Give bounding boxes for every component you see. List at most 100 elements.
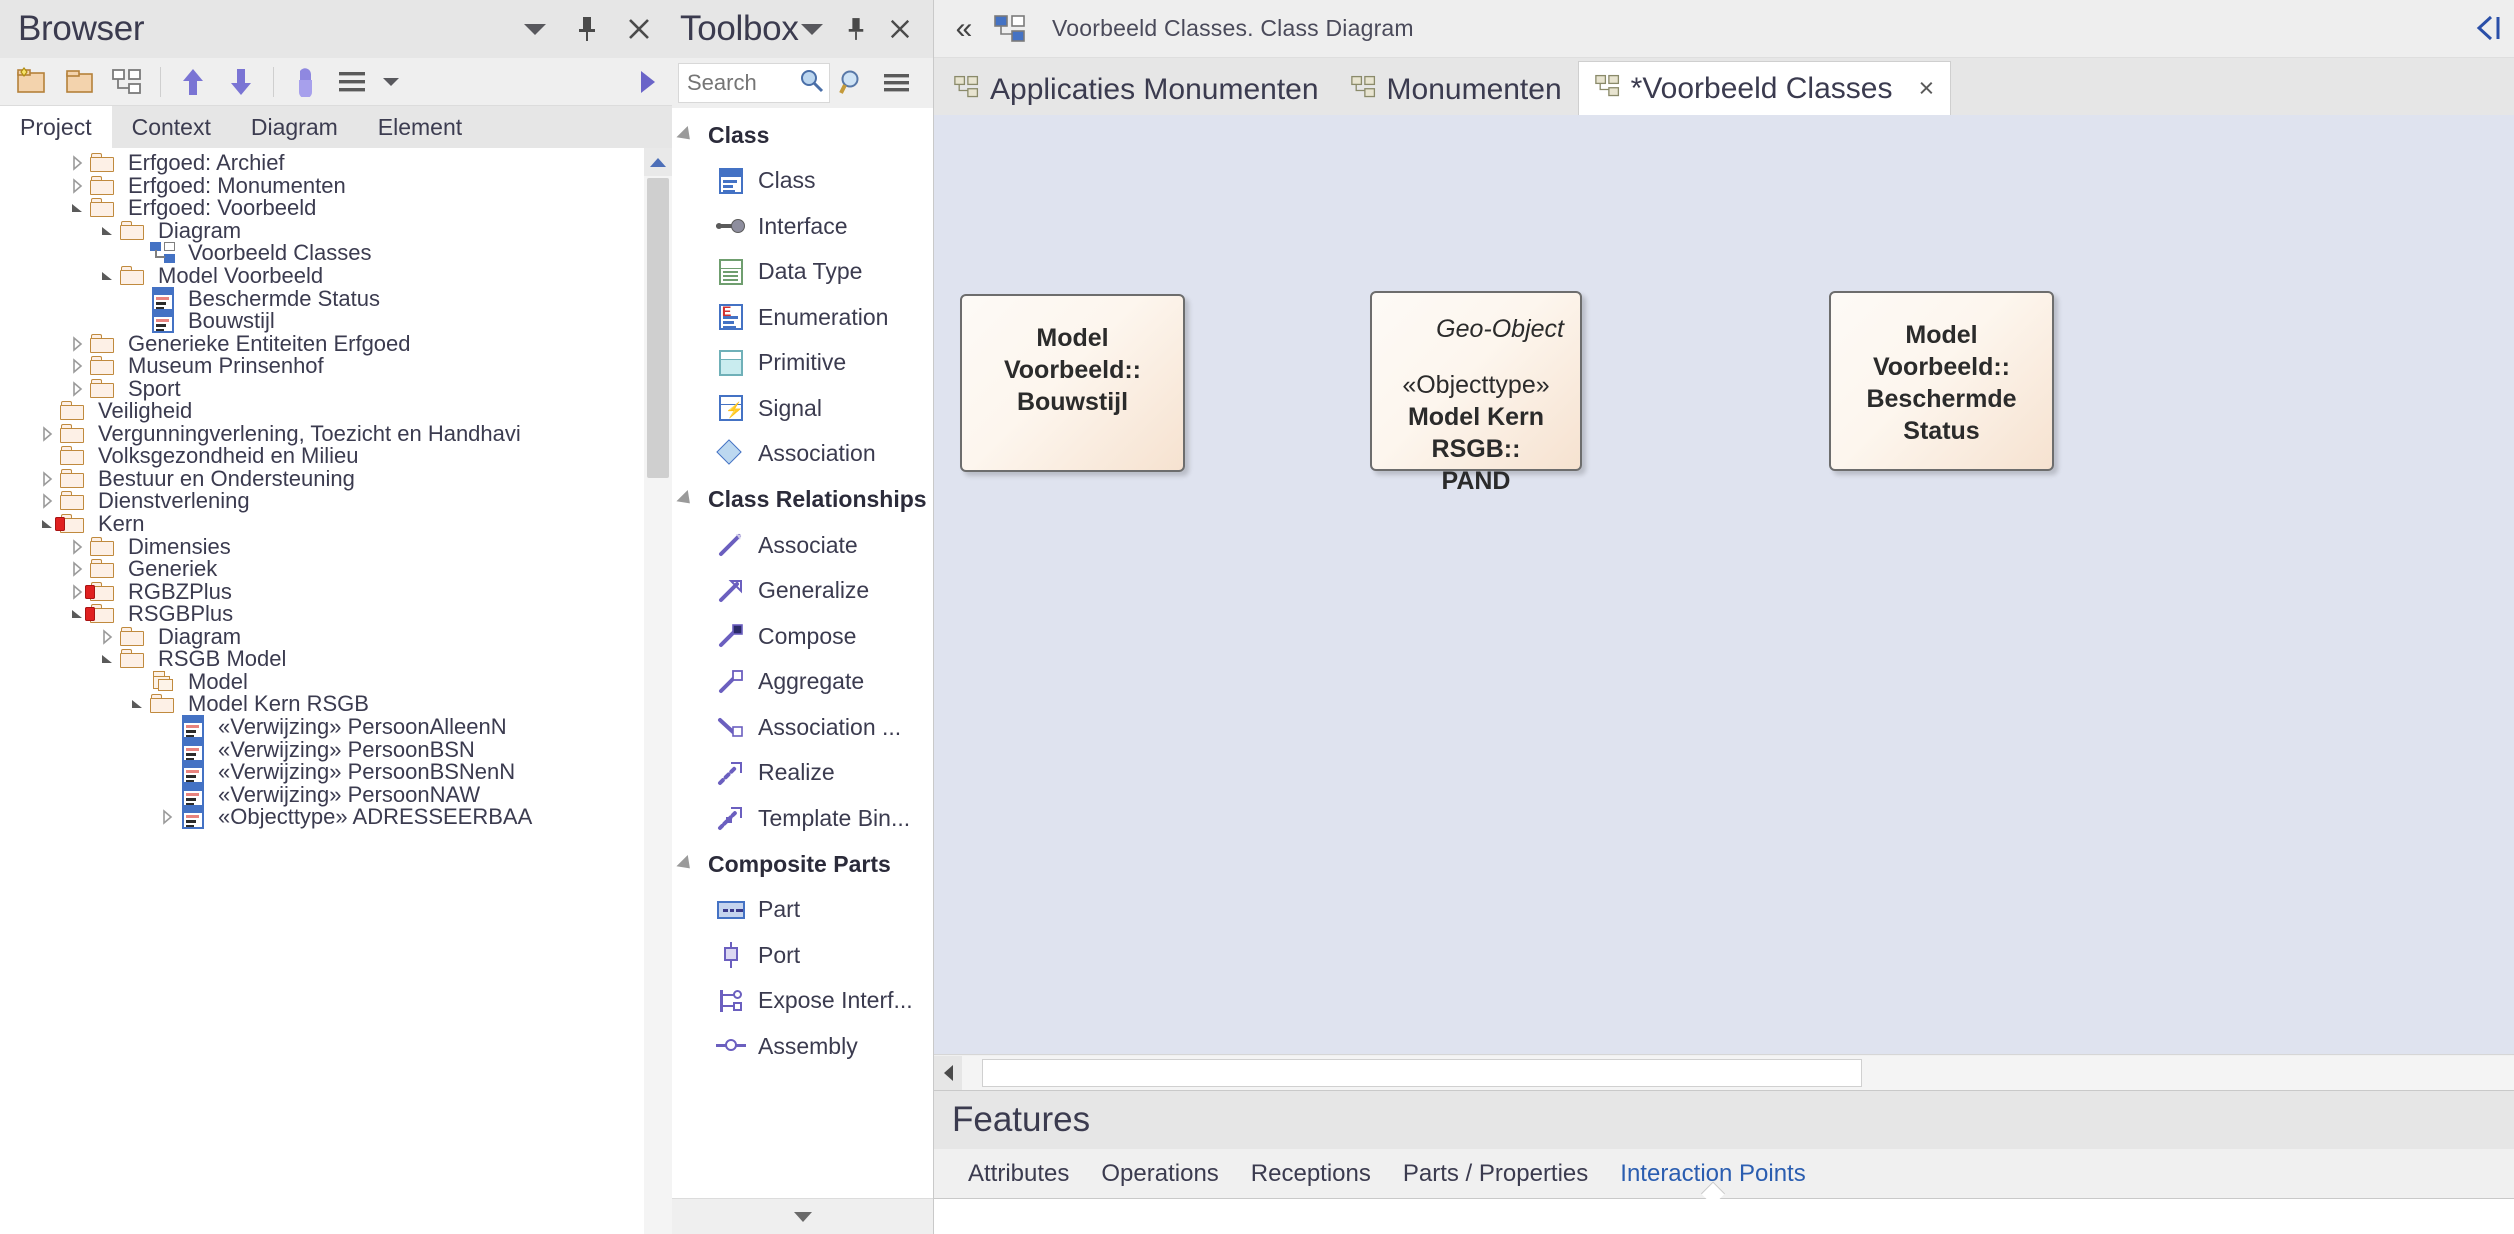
tree-item[interactable]: Sport [0,377,672,400]
diagram-canvas[interactable]: Model Voorbeeld::Bouwstijl Geo-Object«Obj… [934,115,2514,1054]
class-element[interactable]: Model Voorbeeld::Bouwstijl [960,294,1185,472]
collapse-left-icon[interactable]: « [942,7,986,51]
tab-context[interactable]: Context [112,106,231,148]
tab-close-icon[interactable]: × [1918,73,1934,104]
scroll-up-button[interactable] [644,148,672,176]
close-icon[interactable] [887,16,913,42]
browser-vertical-scrollbar[interactable] [644,148,672,1234]
tree-item[interactable]: Model [0,671,672,694]
hscroll-track[interactable] [962,1056,2514,1090]
open-folder-icon[interactable] [56,59,104,105]
tree-item[interactable]: RSGB Model [0,648,672,671]
feature-tab-receptions[interactable]: Receptions [1235,1160,1387,1188]
diagram-tab-monumenten[interactable]: Monumenten [1335,65,1578,115]
toolbox-find-icon[interactable] [830,69,876,97]
tree-twisty-collapsed[interactable] [36,426,58,442]
search-icon[interactable] [799,68,825,99]
move-down-icon[interactable] [217,59,265,105]
tree-item[interactable]: Erfgoed: Monumenten [0,175,672,198]
tree-item[interactable]: Erfgoed: Voorbeeld [0,197,672,220]
expand-panel-icon[interactable] [2466,8,2506,48]
feature-tab-interaction-points[interactable]: Interaction Points [1604,1160,1821,1188]
caret-down-icon[interactable] [522,16,548,42]
tree-item[interactable]: Dienstverlening [0,490,672,513]
toolbox-item[interactable]: Signal [672,386,933,432]
new-diagram-icon[interactable] [104,59,152,105]
feature-tab-operations[interactable]: Operations [1085,1160,1234,1188]
toolbox-group-header[interactable]: Class Relationships [672,477,933,523]
close-icon[interactable] [626,16,652,42]
toolbox-item[interactable]: Template Bin... [672,796,933,842]
tree-item[interactable]: Voorbeeld Classes [0,242,672,265]
tree-twisty-expanded[interactable] [96,268,118,284]
caret-down-icon[interactable] [799,16,825,42]
tree-twisty-collapsed[interactable] [36,493,58,509]
tree-twisty-collapsed[interactable] [66,155,88,171]
scroll-thumb[interactable] [647,178,669,478]
tree-twisty-expanded[interactable] [96,223,118,239]
toolbox-item[interactable]: Realize [672,750,933,796]
tab-diagram[interactable]: Diagram [231,106,358,148]
toolbox-menu-icon[interactable] [876,71,918,95]
tree-twisty-collapsed[interactable] [66,178,88,194]
toolbox-item[interactable]: Compose [672,614,933,660]
tree-item[interactable]: «Verwijzing» PersoonNAW [0,783,672,806]
toolbox-item[interactable]: Associate [672,523,933,569]
tree-item[interactable]: Museum Prinsenhof [0,355,672,378]
toolbox-item[interactable]: Assembly [672,1024,933,1070]
group-twisty-icon[interactable] [676,854,695,873]
tree-item[interactable]: Diagram [0,625,672,648]
scroll-left-button[interactable] [934,1056,962,1090]
search-input[interactable] [687,70,799,96]
toolbox-item[interactable]: Data Type [672,249,933,295]
pin-icon[interactable] [574,16,600,42]
tree-item[interactable]: Generiek [0,558,672,581]
toolbox-group-header[interactable]: Class [672,112,933,158]
tree-twisty-collapsed[interactable] [96,629,118,645]
project-tree[interactable]: Erfgoed: ArchiefErfgoed: MonumentenErfgo… [0,148,672,1234]
select-pointer-icon[interactable] [282,59,330,105]
toolbox-item[interactable]: Interface [672,204,933,250]
toolbox-item[interactable]: Part [672,887,933,933]
toolbox-item[interactable]: Expose Interf... [672,978,933,1024]
tree-item[interactable]: Erfgoed: Archief [0,152,672,175]
toolbox-item[interactable]: Enumeration [672,295,933,341]
toolbox-item[interactable]: Aggregate [672,659,933,705]
toolbox-item[interactable]: Association [672,431,933,477]
group-twisty-icon[interactable] [676,490,695,509]
pin-icon[interactable] [843,16,869,42]
canvas-horizontal-scrollbar[interactable] [934,1054,2514,1090]
tree-twisty-expanded[interactable] [126,696,148,712]
toolbox-group-header[interactable]: Composite Parts [672,841,933,887]
tree-twisty-expanded[interactable] [96,651,118,667]
diagram-tab-voorbeeld-classes[interactable]: *Voorbeeld Classes × [1578,61,1952,115]
tree-item[interactable]: RGBZPlus [0,580,672,603]
tree-twisty-collapsed[interactable] [66,358,88,374]
tree-item[interactable]: Volksgezondheid en Milieu [0,445,672,468]
toolbox-item-list[interactable]: ClassClassInterfaceData TypeEnumerationP… [672,108,933,1198]
tree-item[interactable]: «Verwijzing» PersoonAlleenN [0,716,672,739]
toolbox-item[interactable]: Association ... [672,705,933,751]
menu-caret-icon[interactable] [378,59,404,105]
tree-item[interactable]: Diagram [0,220,672,243]
hscroll-thumb[interactable] [982,1059,1862,1087]
tree-item[interactable]: RSGBPlus [0,603,672,626]
tree-twisty-collapsed[interactable] [66,561,88,577]
toolbox-item[interactable]: Generalize [672,568,933,614]
tree-item[interactable]: Bestuur en Ondersteuning [0,468,672,491]
new-folder-icon[interactable] [8,59,56,105]
toolbox-scroll-down[interactable] [672,1198,933,1234]
feature-tab-parts-properties[interactable]: Parts / Properties [1387,1160,1604,1188]
toolbox-item[interactable]: Port [672,933,933,979]
tree-item[interactable]: Dimensies [0,535,672,558]
tab-element[interactable]: Element [358,106,482,148]
diagram-tab-applicaties-monumenten[interactable]: Applicaties Monumenten [938,65,1335,115]
toolbox-search-box[interactable] [678,63,830,103]
tree-twisty-collapsed[interactable] [66,539,88,555]
tree-item[interactable]: Beschermde Status [0,287,672,310]
class-element[interactable]: Geo-Object«Objecttype»Model Kern RSGB::P… [1370,291,1582,471]
tree-twisty-collapsed[interactable] [36,471,58,487]
class-element[interactable]: Model Voorbeeld::Beschermde Status [1829,291,2054,471]
browser-run-icon[interactable] [624,59,672,105]
move-up-icon[interactable] [169,59,217,105]
